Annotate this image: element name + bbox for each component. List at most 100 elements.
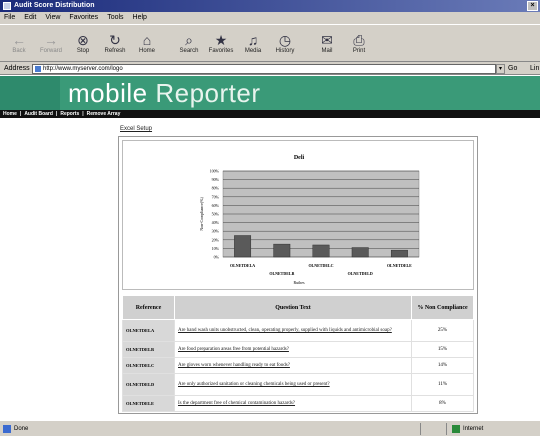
nav-home[interactable]: Home bbox=[3, 110, 17, 118]
menu-file[interactable]: File bbox=[4, 12, 15, 24]
chart-container: Deli Non-Compliance(%) Ruthes 100% 90% 80%… bbox=[122, 140, 474, 290]
back-icon: ← bbox=[12, 32, 26, 48]
menu-favorites[interactable]: Favorites bbox=[69, 12, 98, 24]
media-icon: ♫ bbox=[247, 32, 259, 48]
window-title: Audit Score Distribution bbox=[14, 2, 95, 9]
history-button[interactable]: ◷ History bbox=[270, 25, 300, 61]
print-button[interactable]: ⎙ Print bbox=[344, 25, 374, 61]
chart-y-axis-label: Non-Compliance(%) bbox=[199, 197, 204, 231]
history-icon: ◷ bbox=[278, 32, 292, 48]
status-bar: Done Internet bbox=[0, 420, 540, 436]
back-button[interactable]: ← Back bbox=[4, 25, 34, 61]
page-icon bbox=[35, 66, 41, 72]
forward-icon: → bbox=[44, 32, 58, 48]
chart-x-tick-label: OLNETDELA bbox=[230, 263, 255, 268]
chart-y-tick-label: 90% bbox=[212, 177, 220, 182]
address-bar: Address http://www.myserver.com/logo ▾ G… bbox=[0, 62, 540, 75]
toolbar-separator bbox=[164, 25, 172, 61]
site-banner: mobile Reporter bbox=[0, 76, 540, 110]
row-question-link[interactable]: Are hand wash units unobstructed, clean,… bbox=[174, 319, 412, 342]
links-button[interactable]: Lin bbox=[530, 62, 539, 75]
refresh-button[interactable]: ↻ Refresh bbox=[100, 25, 130, 61]
menu-edit[interactable]: Edit bbox=[24, 12, 36, 24]
nav-audit-board[interactable]: Audit Board bbox=[24, 110, 53, 118]
address-label: Address bbox=[4, 65, 30, 72]
nav-remove-array[interactable]: Remove Array bbox=[87, 110, 121, 118]
chart-x-tick-label: OLNETDELC bbox=[308, 263, 333, 268]
stop-button[interactable]: ⊗ Stop bbox=[68, 25, 98, 61]
table-row: OLNETDELD Are only authorized sanitation… bbox=[122, 373, 474, 396]
table-row: OLNETDELE Is the department free of chem… bbox=[122, 395, 474, 412]
row-reference: OLNETDELC bbox=[122, 357, 175, 374]
browser-icon bbox=[3, 2, 11, 10]
chart-y-tick-label: 80% bbox=[212, 186, 220, 191]
row-reference: OLNETDELE bbox=[122, 395, 175, 412]
nav-reports[interactable]: Reports bbox=[60, 110, 79, 118]
row-question-link[interactable]: Is the department free of chemical conta… bbox=[174, 395, 412, 412]
chart-title: Deli bbox=[294, 155, 305, 161]
row-question-link[interactable]: Are food preparation areas free from pot… bbox=[174, 341, 412, 358]
nav-separator: | bbox=[82, 111, 84, 117]
excel-setup-link[interactable]: Excel Setup bbox=[120, 126, 152, 132]
chevron-down-icon[interactable]: ▾ bbox=[496, 64, 505, 74]
mail-button[interactable]: ✉ Mail bbox=[312, 25, 342, 61]
chart-y-tick-label: 10% bbox=[212, 246, 220, 251]
chart-bar bbox=[390, 249, 408, 258]
chart-bar bbox=[312, 244, 330, 258]
header-reference: Reference bbox=[122, 295, 175, 320]
forward-button[interactable]: → Forward bbox=[36, 25, 66, 61]
stop-icon: ⊗ bbox=[77, 32, 89, 48]
status-divider bbox=[420, 423, 421, 435]
toolbar-separator bbox=[302, 25, 310, 61]
internet-zone-icon bbox=[452, 425, 460, 433]
table-row: OLNETDELB Are food preparation areas fre… bbox=[122, 341, 474, 358]
chart-bar bbox=[273, 243, 291, 258]
chart-x-tick-label: OLNETDELB bbox=[269, 271, 294, 276]
row-percent: 11% bbox=[411, 373, 474, 396]
home-icon: ⌂ bbox=[142, 32, 152, 48]
chart-x-tick-label: OLNETDELD bbox=[348, 271, 373, 276]
chart-y-tick-label: 20% bbox=[212, 237, 220, 242]
row-question-link[interactable]: Are only authorized sanitation or cleani… bbox=[174, 373, 412, 396]
logo-word-reporter: Reporter bbox=[155, 78, 261, 108]
favorites-icon: ★ bbox=[214, 32, 228, 48]
menu-bar: File Edit View Favorites Tools Help bbox=[0, 12, 540, 24]
header-non-compliance: % Non Compliance bbox=[411, 295, 474, 320]
favorites-button[interactable]: ★ Favorites bbox=[206, 25, 236, 61]
row-percent: 25% bbox=[411, 319, 474, 342]
chart-y-tick-label: 30% bbox=[212, 229, 220, 234]
chart-y-tick-label: 70% bbox=[212, 194, 220, 199]
chart-y-tick-label: 60% bbox=[212, 203, 220, 208]
row-question-link[interactable]: Are gloves worn whenever handling ready … bbox=[174, 357, 412, 374]
header-question-text: Question Text bbox=[174, 295, 412, 320]
menu-help[interactable]: Help bbox=[133, 12, 147, 24]
menu-view[interactable]: View bbox=[45, 12, 60, 24]
page-content: Excel Setup Deli Non-Compliance(%) Ruthe… bbox=[0, 118, 540, 420]
zone-text: Internet bbox=[463, 426, 484, 432]
page-status-icon bbox=[3, 425, 11, 433]
menu-tools[interactable]: Tools bbox=[107, 12, 123, 24]
site-nav: Home | Audit Board | Reports | Remove Ar… bbox=[0, 110, 540, 118]
search-button[interactable]: ⌕ Search bbox=[174, 25, 204, 61]
refresh-icon: ↻ bbox=[109, 32, 121, 48]
toolbar: ← Back → Forward ⊗ Stop ↻ Refresh ⌂ Home ⌕ Sea… bbox=[0, 24, 540, 62]
table-row: OLNETDELC Are gloves worn whenever handl… bbox=[122, 357, 474, 374]
chart-x-tick-label: OLNETDELE bbox=[387, 263, 412, 268]
row-reference: OLNETDELA bbox=[122, 319, 175, 342]
home-button[interactable]: ⌂ Home bbox=[132, 25, 162, 61]
status-text: Done bbox=[14, 426, 29, 432]
row-percent: 8% bbox=[411, 395, 474, 412]
nav-separator: | bbox=[55, 111, 58, 117]
row-percent: 14% bbox=[411, 357, 474, 374]
bar-chart: Deli Non-Compliance(%) Ruthes 100% 90% 80%… bbox=[199, 155, 420, 285]
go-button[interactable]: Go bbox=[508, 62, 517, 75]
address-input[interactable]: http://www.myserver.com/logo bbox=[32, 64, 496, 74]
chart-bar bbox=[234, 235, 252, 258]
site-logo: mobile Reporter bbox=[68, 77, 260, 109]
close-button[interactable]: × bbox=[527, 1, 538, 11]
mail-icon: ✉ bbox=[321, 32, 333, 48]
address-url: http://www.myserver.com/logo bbox=[43, 66, 123, 72]
media-button[interactable]: ♫ Media bbox=[238, 25, 268, 61]
chart-x-axis-label: Ruthes bbox=[293, 280, 305, 285]
window-titlebar: Audit Score Distribution × bbox=[0, 0, 540, 12]
